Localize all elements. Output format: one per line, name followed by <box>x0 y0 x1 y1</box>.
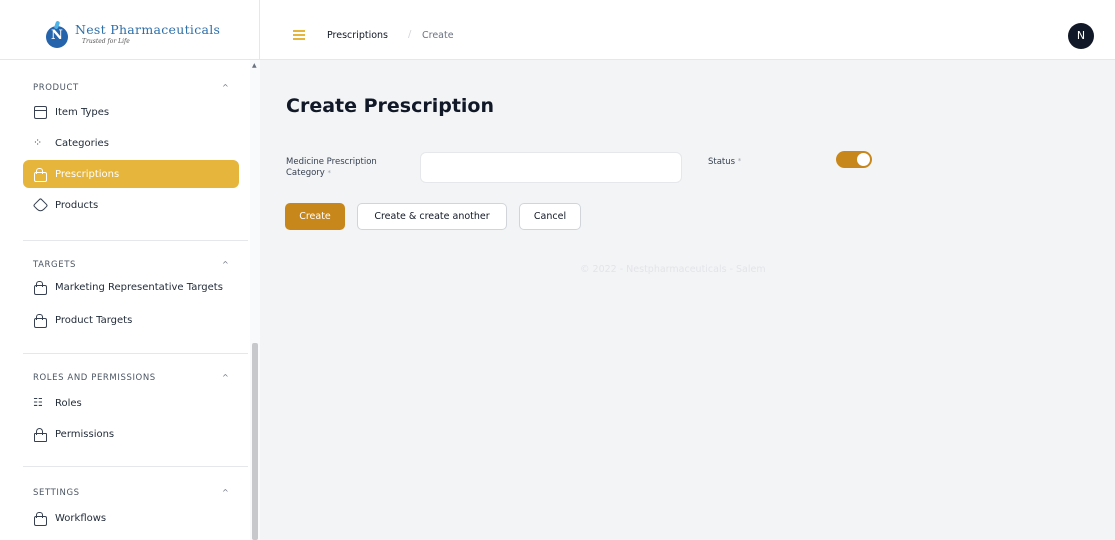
sidebar-item-label: Prescriptions <box>55 168 120 180</box>
lock-icon <box>33 511 47 526</box>
sidebar-item-label: Marketing Representative Targets <box>55 281 223 293</box>
brand-logo-icon: N <box>46 26 68 48</box>
sidebar-nav: PRODUCT ^ Item Types ⁘ Categories Prescr… <box>0 60 250 540</box>
sidebar-item-workflows[interactable]: Workflows <box>23 504 239 532</box>
create-button[interactable]: Create <box>285 203 345 230</box>
sidebar-item-products[interactable]: Products <box>23 191 239 219</box>
sidebar-item-product-targets[interactable]: Product Targets <box>23 306 239 334</box>
sidebar-item-label: Permissions <box>55 428 115 440</box>
breadcrumb-prescriptions[interactable]: Prescriptions <box>327 30 388 41</box>
group-title-roles-and-permissions: ROLES AND PERMISSIONS <box>33 373 156 383</box>
group-title-settings: SETTINGS <box>33 488 80 498</box>
sidebar-item-roles[interactable]: ☷ Roles <box>23 389 239 417</box>
required-marker: * <box>737 157 742 165</box>
footer-copyright: © 2022 - Nestpharmaceuticals - Salem <box>580 264 766 275</box>
sidebar-item-label: Roles <box>55 397 82 409</box>
breadcrumb-current: Create <box>422 30 454 41</box>
divider <box>23 466 248 467</box>
group-title-targets: TARGETS <box>33 260 76 270</box>
sidebar-item-label: Workflows <box>55 512 107 524</box>
sidebar-item-marketing-representative-targets[interactable]: Marketing Representative Targets <box>23 273 239 301</box>
sidebar-item-label: Categories <box>55 137 109 149</box>
lock-icon <box>33 313 47 328</box>
sidebar-item-permissions[interactable]: Permissions <box>23 420 239 448</box>
menu-toggle-icon[interactable] <box>293 30 305 40</box>
status-toggle-knob <box>857 153 870 166</box>
scroll-up-arrow-icon[interactable]: ▲ <box>252 62 257 69</box>
lock-icon <box>33 167 47 182</box>
sidebar-scrollbar-thumb[interactable] <box>252 343 258 540</box>
create-and-create-another-button[interactable]: Create & create another <box>357 203 507 230</box>
group-title-product: PRODUCT <box>33 83 79 93</box>
sidebar-item-label: Product Targets <box>55 314 133 326</box>
sidebar: N Nest Pharmaceuticals Trusted for Life … <box>0 0 260 540</box>
avatar[interactable]: N <box>1068 23 1094 49</box>
brand-tagline: Trusted for Life <box>82 38 130 45</box>
page-title: Create Prescription <box>286 95 495 117</box>
divider <box>23 353 248 354</box>
grid-icon <box>33 105 47 119</box>
sidebar-item-categories[interactable]: ⁘ Categories <box>23 129 239 157</box>
sidebar-item-label: Products <box>55 199 99 211</box>
people-icon: ☷ <box>33 396 43 409</box>
sidebar-item-label: Item Types <box>55 106 110 118</box>
lock-icon <box>33 280 47 295</box>
collapse-product-chevron-icon[interactable]: ^ <box>222 83 229 92</box>
required-marker: * <box>327 169 332 177</box>
status-toggle[interactable] <box>836 151 872 168</box>
divider <box>23 240 248 241</box>
status-label: Status * <box>708 157 742 167</box>
dots-icon: ⁘ <box>33 136 43 149</box>
collapse-targets-chevron-icon[interactable]: ^ <box>222 260 229 269</box>
breadcrumb-separator: / <box>408 29 412 40</box>
medicine-prescription-category-input[interactable] <box>420 152 682 183</box>
brand-name: Nest Pharmaceuticals <box>75 22 221 37</box>
padlock-icon <box>33 427 47 442</box>
sidebar-item-item-types[interactable]: Item Types <box>23 98 239 126</box>
sidebar-item-prescriptions[interactable]: Prescriptions <box>23 160 239 188</box>
cancel-button[interactable]: Cancel <box>519 203 581 230</box>
collapse-settings-chevron-icon[interactable]: ^ <box>222 488 229 497</box>
brand[interactable]: N Nest Pharmaceuticals Trusted for Life <box>0 0 260 60</box>
collapse-roles-chevron-icon[interactable]: ^ <box>222 373 229 382</box>
topbar: Prescriptions / Create N <box>260 0 1115 60</box>
tag-icon <box>33 198 47 212</box>
medicine-prescription-category-label: Medicine Prescription Category * <box>286 157 377 178</box>
